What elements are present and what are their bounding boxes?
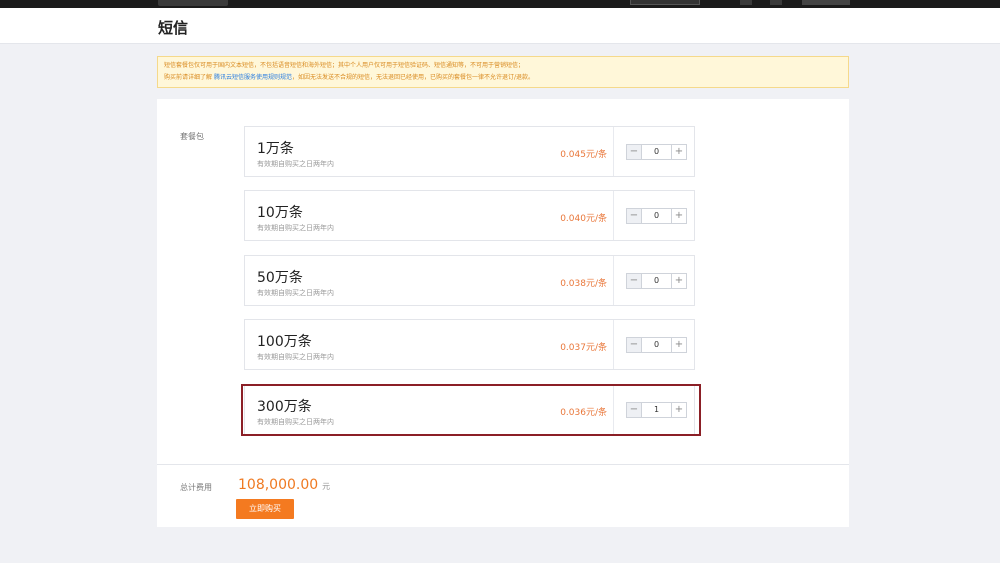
package-name: 300万条 xyxy=(257,399,312,415)
top-navbar xyxy=(0,0,1000,8)
package-label: 套餐包 xyxy=(180,132,204,141)
divider xyxy=(613,385,614,434)
total-amount: 108,000.00 元 xyxy=(238,477,330,493)
increment-button[interactable]: + xyxy=(671,274,686,288)
notice-text: ，如因无法发送不合规的短信，无法退回已经使用，已购买的套餐包一律不允许退订/退款… xyxy=(291,74,534,81)
increment-button[interactable]: + xyxy=(671,403,686,417)
quantity-stepper[interactable]: − 0 + xyxy=(626,208,687,224)
quantity-stepper[interactable]: − 0 + xyxy=(626,144,687,160)
package-validity: 有效期自购买之日两年内 xyxy=(257,353,334,361)
increment-button[interactable]: + xyxy=(671,145,686,159)
package-name: 50万条 xyxy=(257,270,303,286)
nav-icon[interactable] xyxy=(770,0,782,5)
currency-unit: 元 xyxy=(322,482,331,491)
decrement-button[interactable]: − xyxy=(627,209,642,223)
divider xyxy=(157,464,849,465)
top-search-input[interactable] xyxy=(630,0,700,5)
increment-button[interactable]: + xyxy=(671,209,686,223)
package-card-5[interactable]: 300万条 有效期自购买之日两年内 0.036元/条 − 1 + xyxy=(244,384,695,435)
decrement-button[interactable]: − xyxy=(627,403,642,417)
logo[interactable] xyxy=(158,0,228,6)
notice-banner: 短信套餐包仅可用于国内文本短信，不包括语音短信和海外短信；其中个人用户仅可用于短… xyxy=(157,56,849,88)
package-card-2[interactable]: 10万条 有效期自购买之日两年内 0.040元/条 − 0 + xyxy=(244,190,695,241)
total-value: 108,000.00 xyxy=(238,477,319,493)
increment-button[interactable]: + xyxy=(671,338,686,352)
package-price: 0.040元/条 xyxy=(560,214,607,224)
package-price: 0.038元/条 xyxy=(560,279,607,289)
quantity-input[interactable]: 0 xyxy=(642,338,671,352)
package-price: 0.036元/条 xyxy=(560,408,607,418)
quantity-input[interactable]: 0 xyxy=(642,209,671,223)
package-validity: 有效期自购买之日两年内 xyxy=(257,224,334,232)
package-price: 0.045元/条 xyxy=(560,150,607,160)
package-price: 0.037元/条 xyxy=(560,343,607,353)
divider xyxy=(613,320,614,369)
notice-line-2: 购买前请详细了解 腾讯云短信服务使用规则规范，如因无法发送不合规的短信，无法退回… xyxy=(164,72,842,84)
package-card-1[interactable]: 1万条 有效期自购买之日两年内 0.045元/条 − 0 + xyxy=(244,126,695,177)
quantity-stepper[interactable]: − 0 + xyxy=(626,273,687,289)
quantity-stepper[interactable]: − 1 + xyxy=(626,402,687,418)
account-menu[interactable] xyxy=(802,0,850,5)
nav-icon[interactable] xyxy=(740,0,752,5)
quantity-input[interactable]: 1 xyxy=(642,403,671,417)
package-card-4[interactable]: 100万条 有效期自购买之日两年内 0.037元/条 − 0 + xyxy=(244,319,695,370)
purchase-panel: 套餐包 1万条 有效期自购买之日两年内 0.045元/条 − 0 + 10万条 … xyxy=(157,99,849,527)
notice-text: 购买前请详细了解 xyxy=(164,74,213,81)
quantity-stepper[interactable]: − 0 + xyxy=(626,337,687,353)
page-header: 短信 xyxy=(0,8,1000,44)
package-validity: 有效期自购买之日两年内 xyxy=(257,160,334,168)
package-name: 10万条 xyxy=(257,205,303,221)
quantity-input[interactable]: 0 xyxy=(642,274,671,288)
notice-line-1: 短信套餐包仅可用于国内文本短信，不包括语音短信和海外短信；其中个人用户仅可用于短… xyxy=(164,62,525,69)
quantity-input[interactable]: 0 xyxy=(642,145,671,159)
package-name: 1万条 xyxy=(257,141,294,157)
divider xyxy=(613,191,614,240)
divider xyxy=(613,256,614,305)
decrement-button[interactable]: − xyxy=(627,338,642,352)
buy-now-button[interactable]: 立即购买 xyxy=(236,499,294,519)
page-title: 短信 xyxy=(158,19,189,37)
divider xyxy=(613,127,614,176)
package-card-3[interactable]: 50万条 有效期自购买之日两年内 0.038元/条 − 0 + xyxy=(244,255,695,306)
total-label: 总计费用 xyxy=(180,483,212,492)
decrement-button[interactable]: − xyxy=(627,274,642,288)
decrement-button[interactable]: − xyxy=(627,145,642,159)
package-validity: 有效期自购买之日两年内 xyxy=(257,289,334,297)
package-name: 100万条 xyxy=(257,334,312,350)
rules-link[interactable]: 腾讯云短信服务使用规则规范 xyxy=(214,74,292,81)
package-validity: 有效期自购买之日两年内 xyxy=(257,418,334,426)
